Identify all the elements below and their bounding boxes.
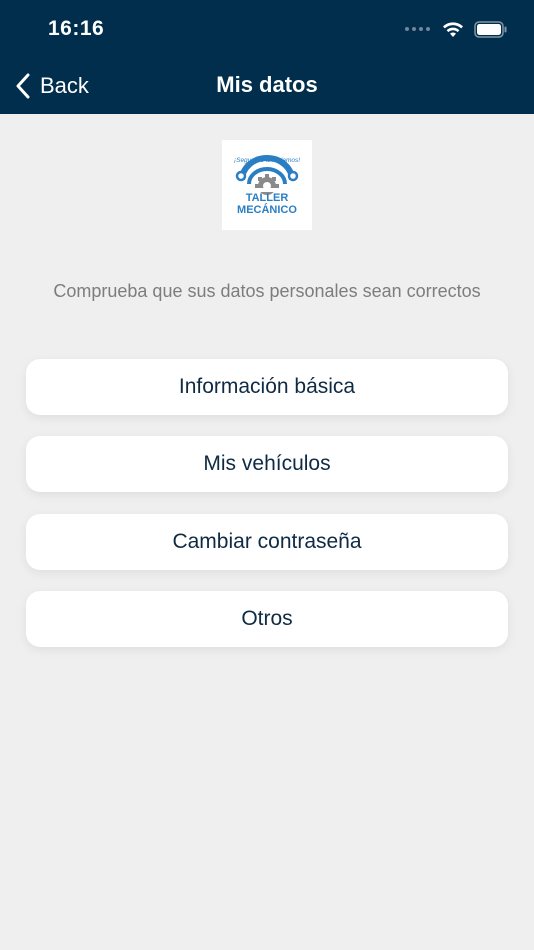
signal-icon [405,27,430,31]
taller-mecanico-logo: ¡Seguro lo arreglamos! TALLER MECÁNICO [222,140,312,230]
wifi-icon [443,21,463,37]
instructions-text: Comprueba que sus datos personales sean … [53,281,481,301]
logo-line2: MECÁNICO [237,203,297,216]
cambiar-contrasena-button[interactable]: Cambiar contraseña [26,514,508,570]
otros-button[interactable]: Otros [26,591,508,647]
informacion-basica-button[interactable]: Información básica [26,359,508,415]
logo-line1: TALLER [246,192,289,204]
status-time: 16:16 [48,17,105,40]
navigation-header: 16:16 Back Mis datos [0,0,534,114]
mis-vehiculos-button[interactable]: Mis vehículos [26,436,508,492]
battery-icon [474,20,507,38]
page-title: Mis datos [216,72,318,97]
status-icons [405,18,508,40]
